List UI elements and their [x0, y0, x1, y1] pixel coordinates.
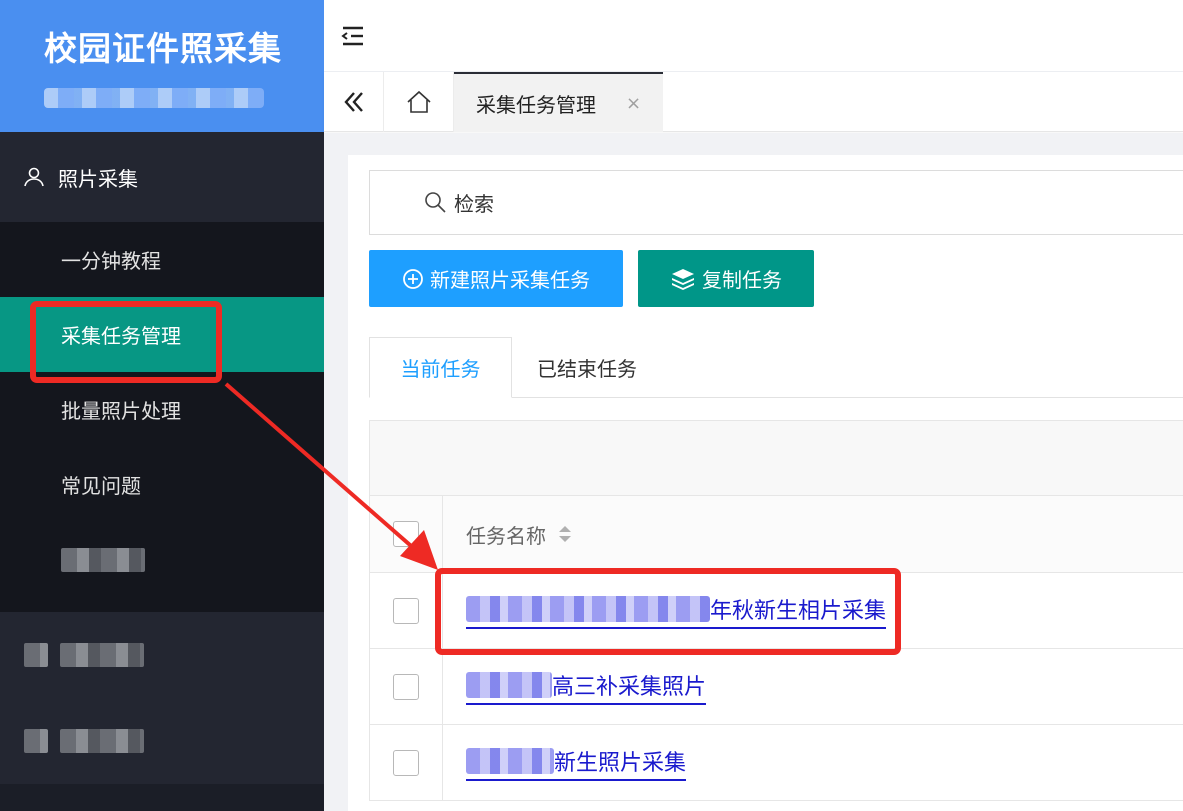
annotation-arrow: [224, 382, 438, 570]
